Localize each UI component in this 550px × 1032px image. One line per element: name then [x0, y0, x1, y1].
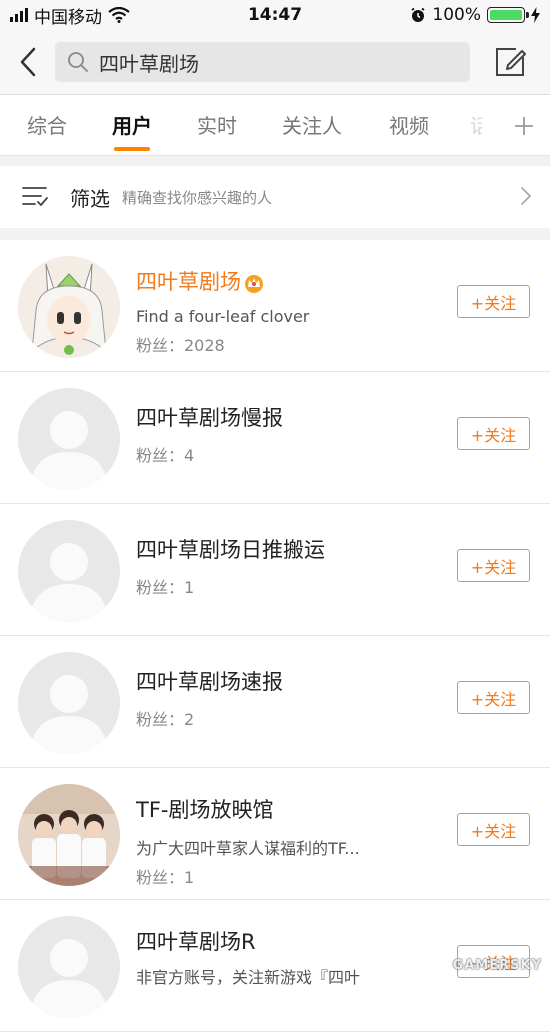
search-bar[interactable]	[55, 42, 470, 82]
user-list: 四叶草剧场 Find a four-leaf clover 粉丝：2028 +关…	[0, 240, 550, 1032]
tab-following[interactable]: 关注人	[282, 95, 342, 157]
default-avatar-icon	[18, 388, 120, 490]
avatar[interactable]	[18, 916, 120, 1018]
plus-icon	[514, 116, 534, 136]
back-button[interactable]	[0, 30, 55, 94]
follow-button[interactable]: +关注	[457, 549, 530, 582]
fan-count: 粉丝：1	[136, 864, 194, 888]
search-icon	[67, 51, 89, 73]
user-row[interactable]: 四叶草剧场速报 粉丝：2 +关注	[0, 636, 550, 768]
carrier-name: 中国移动	[34, 3, 102, 28]
avatar[interactable]	[18, 784, 120, 886]
alarm-icon	[410, 7, 426, 23]
user-row[interactable]: 四叶草剧场慢报 粉丝：4 +关注	[0, 372, 550, 504]
tab-realtime[interactable]: 实时	[197, 95, 237, 157]
follow-button[interactable]: +关注	[457, 813, 530, 846]
user-row[interactable]: TF-剧场放映馆 为广大四叶草家人谋福利的TF... 粉丝：1 +关注	[0, 768, 550, 900]
tab-video[interactable]: 视频	[389, 95, 429, 157]
compose-button[interactable]	[470, 30, 550, 94]
fan-count: 粉丝：2	[136, 706, 194, 730]
filter-title: 筛选	[70, 183, 110, 212]
search-header	[0, 30, 550, 94]
filter-icon	[0, 185, 70, 209]
battery-percent: 100%	[432, 5, 481, 25]
wifi-icon	[108, 7, 130, 23]
follow-button[interactable]: +关注	[457, 417, 530, 450]
user-name[interactable]: 四叶草剧场速报	[136, 666, 283, 696]
tab-overflow-hint: 话	[470, 95, 482, 157]
status-right: 100%	[410, 5, 540, 25]
user-description: 非官方账号，关注新游戏『四叶	[136, 964, 360, 988]
add-tab-button[interactable]	[514, 95, 534, 157]
filter-row[interactable]: 筛选 精确查找你感兴趣的人	[0, 166, 550, 228]
default-avatar-icon	[18, 520, 120, 622]
user-description: 为广大四叶草家人谋福利的TF...	[136, 835, 360, 859]
section-divider	[0, 228, 550, 240]
chevron-right-icon	[520, 186, 532, 206]
tab-bar: 综合 用户 实时 关注人 视频 话	[0, 94, 550, 156]
watermark: GAMERSKY	[453, 958, 542, 973]
user-name[interactable]: 四叶草剧场慢报	[136, 402, 283, 432]
follow-button[interactable]: +关注	[457, 285, 530, 318]
chevron-left-icon	[18, 46, 38, 78]
charging-icon	[531, 7, 540, 23]
status-bar: 中国移动 14:47 100%	[0, 0, 550, 30]
avatar[interactable]	[18, 256, 120, 358]
avatar[interactable]	[18, 388, 120, 490]
edit-icon	[494, 46, 526, 78]
default-avatar-icon	[18, 916, 120, 1018]
battery-icon	[487, 7, 525, 23]
user-name[interactable]: 四叶草剧场R	[136, 926, 256, 956]
signal-icon	[10, 8, 28, 22]
filter-description: 精确查找你感兴趣的人	[122, 187, 272, 208]
fan-count: 粉丝：1	[136, 574, 194, 598]
tab-users[interactable]: 用户	[112, 95, 152, 157]
user-name[interactable]: TF-剧场放映馆	[136, 794, 273, 824]
default-avatar-icon	[18, 652, 120, 754]
user-description: Find a four-leaf clover	[136, 307, 309, 326]
follow-button[interactable]: +关注	[457, 681, 530, 714]
fan-count: 粉丝：2028	[136, 332, 225, 356]
user-row[interactable]: 四叶草剧场日推搬运 粉丝：1 +关注	[0, 504, 550, 636]
avatar[interactable]	[18, 520, 120, 622]
crown-icon	[243, 273, 265, 293]
status-left: 中国移动	[10, 3, 130, 28]
fan-count: 粉丝：4	[136, 442, 194, 466]
avatar[interactable]	[18, 652, 120, 754]
user-row[interactable]: 四叶草剧场 Find a four-leaf clover 粉丝：2028 +关…	[0, 240, 550, 372]
section-divider	[0, 156, 550, 166]
user-name[interactable]: 四叶草剧场日推搬运	[136, 534, 325, 564]
tab-comprehensive[interactable]: 综合	[27, 95, 67, 157]
search-input[interactable]	[99, 50, 419, 74]
user-name[interactable]: 四叶草剧场	[136, 266, 265, 296]
